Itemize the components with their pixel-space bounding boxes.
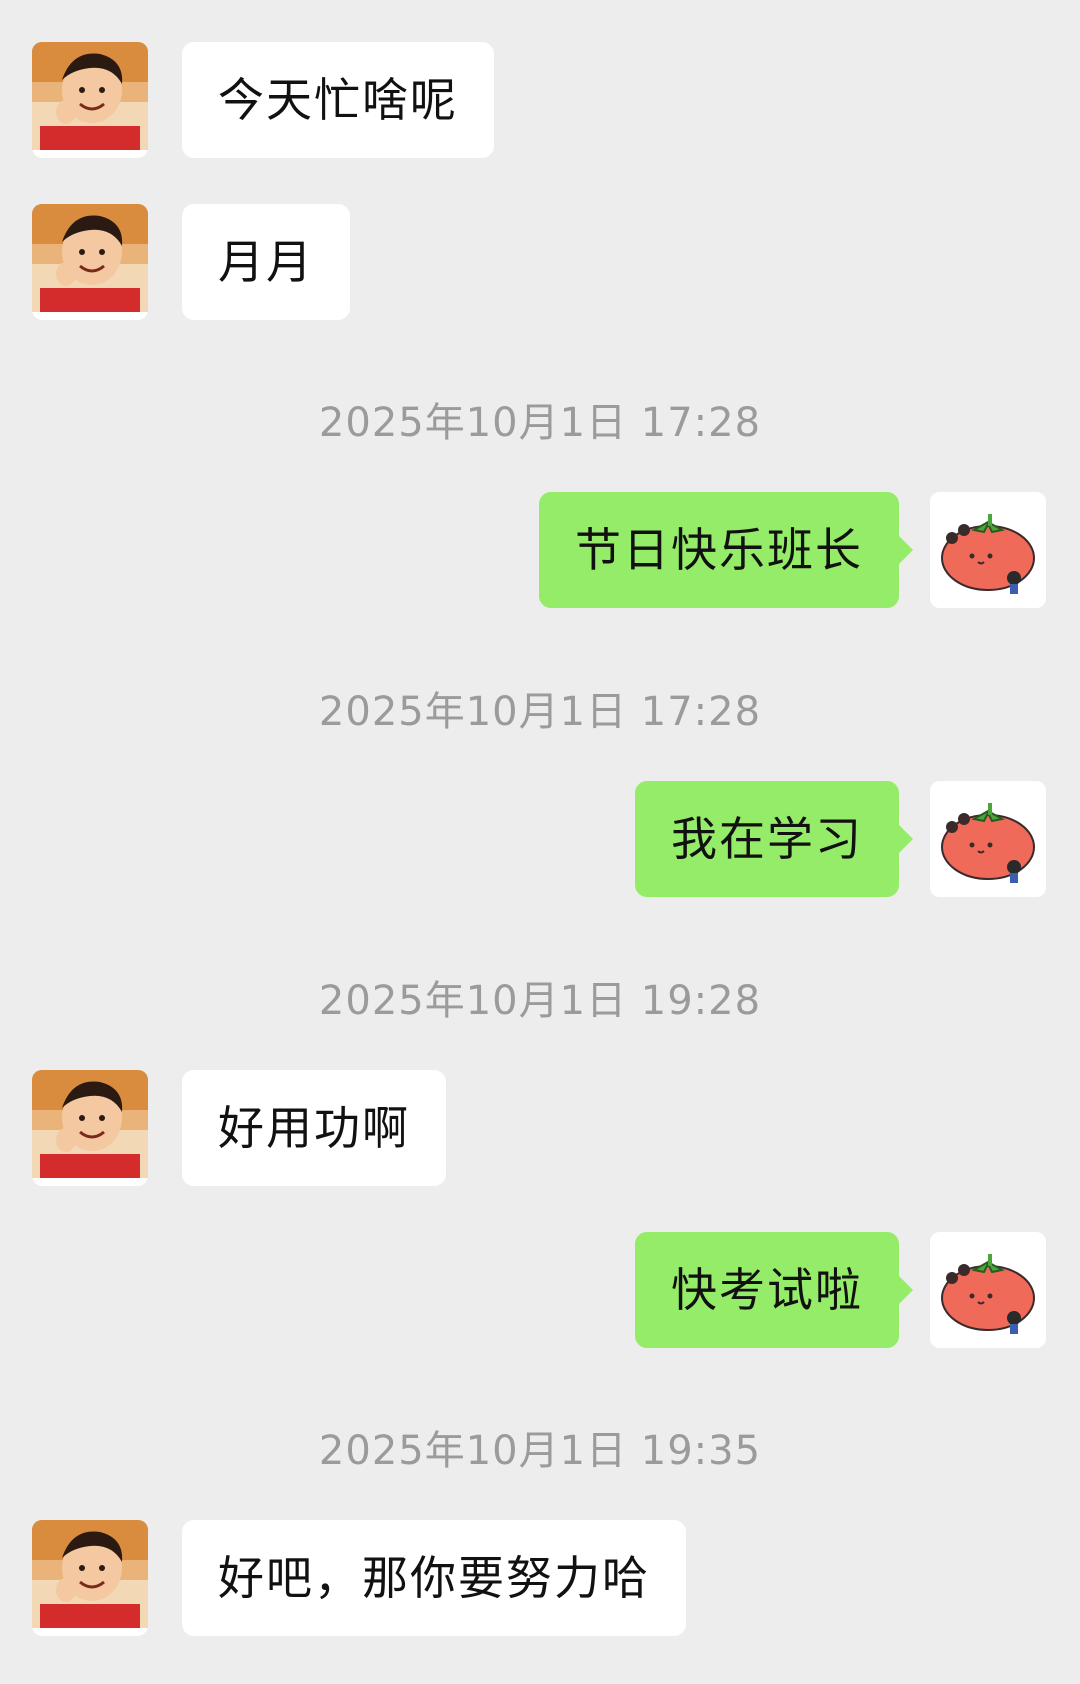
contact-avatar[interactable]	[32, 1520, 148, 1636]
message-bubble[interactable]: 月月	[182, 204, 350, 320]
child-photo-icon	[32, 42, 148, 158]
message-bubble[interactable]: 快考试啦	[635, 1232, 913, 1348]
message-text: 节日快乐班长	[575, 523, 863, 577]
message-row-incoming: 好用功啊	[0, 1070, 1080, 1186]
message-text: 好用功啊	[218, 1101, 410, 1155]
message-row-outgoing: 快考试啦	[0, 1232, 1080, 1348]
tomato-sticker-icon	[930, 492, 1046, 608]
message-timestamp: 2025年10月1日 17:28	[318, 400, 762, 446]
message-text: 我在学习	[671, 812, 863, 866]
message-row-incoming: 月月	[0, 204, 1080, 320]
message-bubble[interactable]: 好用功啊	[182, 1070, 446, 1186]
message-row-incoming: 今天忙啥呢	[0, 42, 1080, 158]
my-avatar[interactable]	[930, 492, 1046, 608]
message-text: 快考试啦	[671, 1263, 863, 1317]
message-text: 今天忙啥呢	[218, 73, 458, 127]
message-timestamp: 2025年10月1日 19:28	[318, 978, 762, 1024]
child-photo-icon	[32, 204, 148, 320]
contact-avatar[interactable]	[32, 42, 148, 158]
message-bubble[interactable]: 今天忙啥呢	[182, 42, 494, 158]
message-bubble[interactable]: 节日快乐班长	[539, 492, 913, 608]
message-bubble[interactable]: 我在学习	[635, 781, 913, 897]
tomato-sticker-icon	[930, 1232, 1046, 1348]
tomato-sticker-icon	[930, 781, 1046, 897]
message-text: 好吧，那你要努力哈	[218, 1551, 650, 1605]
message-row-incoming: 好吧，那你要努力哈	[0, 1520, 1080, 1636]
chat-message-list[interactable]: 今天忙啥呢 月月 2025年10月1日 17:28 节日快乐班长 2025年10…	[0, 0, 1080, 1684]
message-timestamp: 2025年10月1日 19:35	[318, 1428, 762, 1474]
contact-avatar[interactable]	[32, 1070, 148, 1186]
my-avatar[interactable]	[930, 1232, 1046, 1348]
my-avatar[interactable]	[930, 781, 1046, 897]
contact-avatar[interactable]	[32, 204, 148, 320]
message-timestamp: 2025年10月1日 17:28	[318, 689, 762, 735]
message-row-outgoing: 我在学习	[0, 781, 1080, 897]
message-text: 月月	[218, 235, 314, 289]
message-bubble[interactable]: 好吧，那你要努力哈	[182, 1520, 686, 1636]
child-photo-icon	[32, 1070, 148, 1186]
message-row-outgoing: 节日快乐班长	[0, 492, 1080, 608]
child-photo-icon	[32, 1520, 148, 1636]
